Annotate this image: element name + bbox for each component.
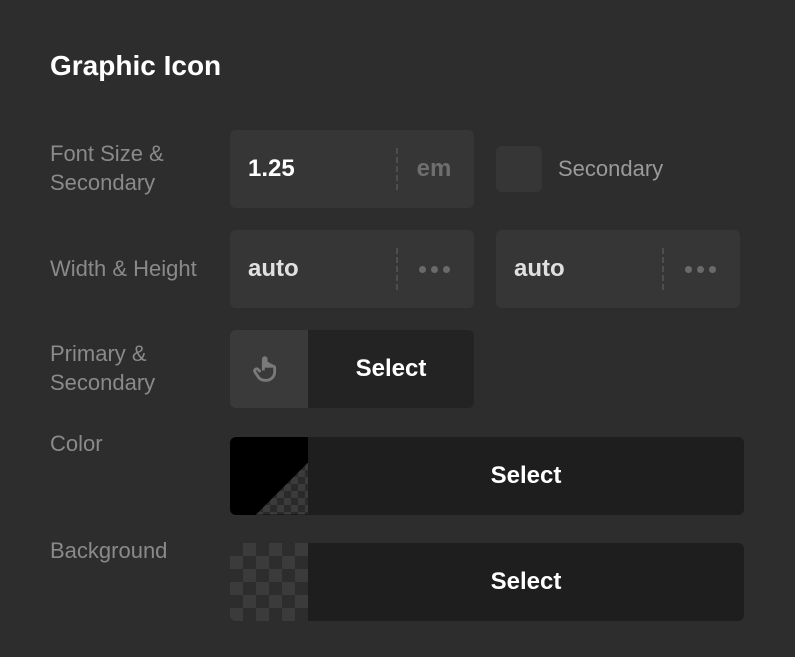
label-color: Color: [50, 430, 230, 459]
height-value: auto: [514, 255, 656, 283]
transparency-icon: [256, 463, 308, 515]
secondary-checkbox[interactable]: [496, 146, 542, 192]
pointer-icon[interactable]: [230, 330, 308, 408]
background-swatch[interactable]: [230, 543, 308, 621]
height-more-icon[interactable]: [678, 266, 722, 273]
label-background: Background: [50, 537, 230, 566]
color-swatch[interactable]: [230, 437, 308, 515]
fontsize-unit[interactable]: em: [412, 155, 456, 183]
background-select-button[interactable]: Select: [308, 543, 744, 621]
label-fontsize: Font Size & Secondary: [50, 140, 230, 197]
row-primary: Primary & Secondary Select: [50, 330, 745, 408]
width-value: auto: [248, 255, 390, 283]
color-select-button[interactable]: Select: [308, 437, 744, 515]
divider: [396, 148, 398, 190]
panel-title: Graphic Icon: [50, 50, 745, 82]
primary-select-button[interactable]: Select: [308, 330, 474, 408]
divider: [396, 248, 398, 290]
primary-picker: Select: [230, 330, 474, 408]
width-more-icon[interactable]: [412, 266, 456, 273]
label-wh: Width & Height: [50, 255, 230, 284]
divider: [662, 248, 664, 290]
secondary-checkbox-wrap: Secondary: [496, 146, 663, 192]
width-input[interactable]: auto: [230, 230, 474, 308]
background-picker: Select: [230, 543, 744, 621]
row-fontsize: Font Size & Secondary 1.25 em Secondary: [50, 130, 745, 208]
secondary-checkbox-label: Secondary: [558, 156, 663, 182]
color-picker: Select: [230, 437, 744, 515]
label-primary: Primary & Secondary: [50, 340, 230, 397]
fontsize-value: 1.25: [248, 155, 390, 183]
height-input[interactable]: auto: [496, 230, 740, 308]
row-wh: Width & Height auto auto: [50, 230, 745, 308]
fontsize-input[interactable]: 1.25 em: [230, 130, 474, 208]
